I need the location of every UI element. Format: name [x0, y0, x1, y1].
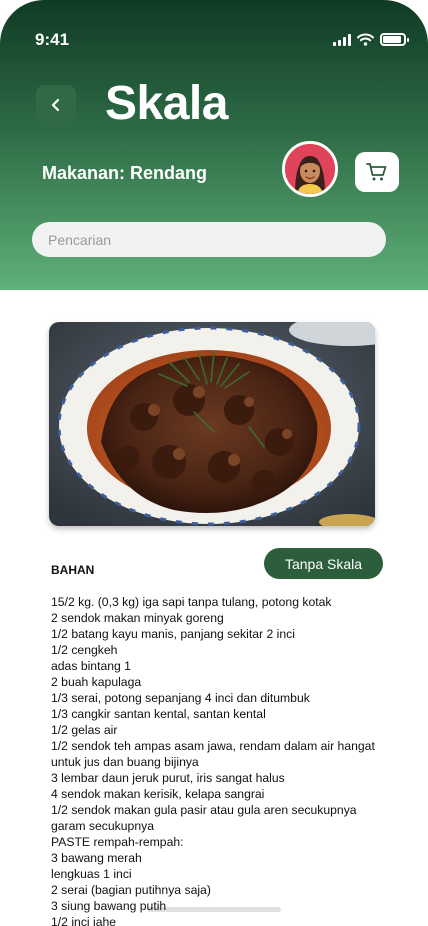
- ingredient-item: 1/2 sendok teh ampas asam jawa, rendam d…: [51, 739, 375, 753]
- scale-toggle-button[interactable]: Tanpa Skala: [264, 548, 383, 579]
- ingredient-item: 2 serai (bagian putihnya saja): [51, 883, 211, 897]
- wifi-icon: [357, 33, 374, 46]
- user-avatar-illustration: [285, 144, 335, 194]
- ingredient-item: 15/2 kg. (0,3 kg) iga sapi tanpa tulang,…: [51, 595, 332, 609]
- ingredient-item: 2 sendok makan minyak goreng: [51, 611, 224, 625]
- cellular-signal-icon: [333, 33, 351, 46]
- ingredient-item: lengkuas 1 inci: [51, 867, 132, 881]
- ingredients-list: 15/2 kg. (0,3 kg) iga sapi tanpa tulang,…: [51, 594, 391, 926]
- chevron-left-icon: [51, 98, 60, 112]
- ingredients-heading: BAHAN: [51, 563, 95, 577]
- ingredient-item: 4 sendok makan kerisik, kelapa sangrai: [51, 787, 265, 801]
- cart-button[interactable]: [355, 152, 399, 192]
- status-time: 9:41: [35, 30, 70, 49]
- status-icons: [333, 33, 409, 46]
- ingredient-item: 2 buah kapulaga: [51, 675, 142, 689]
- ingredient-item: 1/3 serai, potong sepanjang 4 inci dan d…: [51, 691, 310, 705]
- phone-screen: 9:41 Skala Makanan: Rendang Pencarian BA…: [0, 0, 428, 926]
- ingredient-item: PASTE rempah-rempah:: [51, 835, 184, 849]
- ingredient-item: 3 lembar daun jeruk purut, iris sangat h…: [51, 771, 285, 785]
- battery-icon: [380, 33, 409, 46]
- cart-icon: [366, 163, 387, 181]
- app-title: Skala: [105, 77, 228, 130]
- ingredient-item: 1/2 cengkeh: [51, 643, 118, 657]
- home-indicator[interactable]: [147, 907, 281, 912]
- ingredient-item: 1/2 inci jahe: [51, 915, 117, 926]
- header: 9:41 Skala Makanan: Rendang: [0, 0, 428, 290]
- status-bar: 9:41: [0, 0, 428, 60]
- ingredient-item: untuk jus dan buang bijinya: [51, 755, 199, 769]
- back-button[interactable]: [36, 85, 76, 125]
- ingredient-item: 1/2 batang kayu manis, panjang sekitar 2…: [51, 627, 295, 641]
- ingredient-item: 3 bawang merah: [51, 851, 142, 865]
- rendang-dish-image: [49, 322, 375, 526]
- ingredient-item: garam secukupnya: [51, 819, 154, 833]
- avatar[interactable]: [282, 141, 338, 197]
- dish-label: Makanan: Rendang: [42, 163, 208, 183]
- search-input[interactable]: [32, 222, 386, 257]
- ingredient-item: adas bintang 1: [51, 659, 131, 673]
- ingredient-item: 1/2 gelas air: [51, 723, 118, 737]
- ingredient-item: 1/2 sendok makan gula pasir atau gula ar…: [51, 803, 357, 817]
- ingredient-item: 1/3 cangkir santan kental, santan kental: [51, 707, 266, 721]
